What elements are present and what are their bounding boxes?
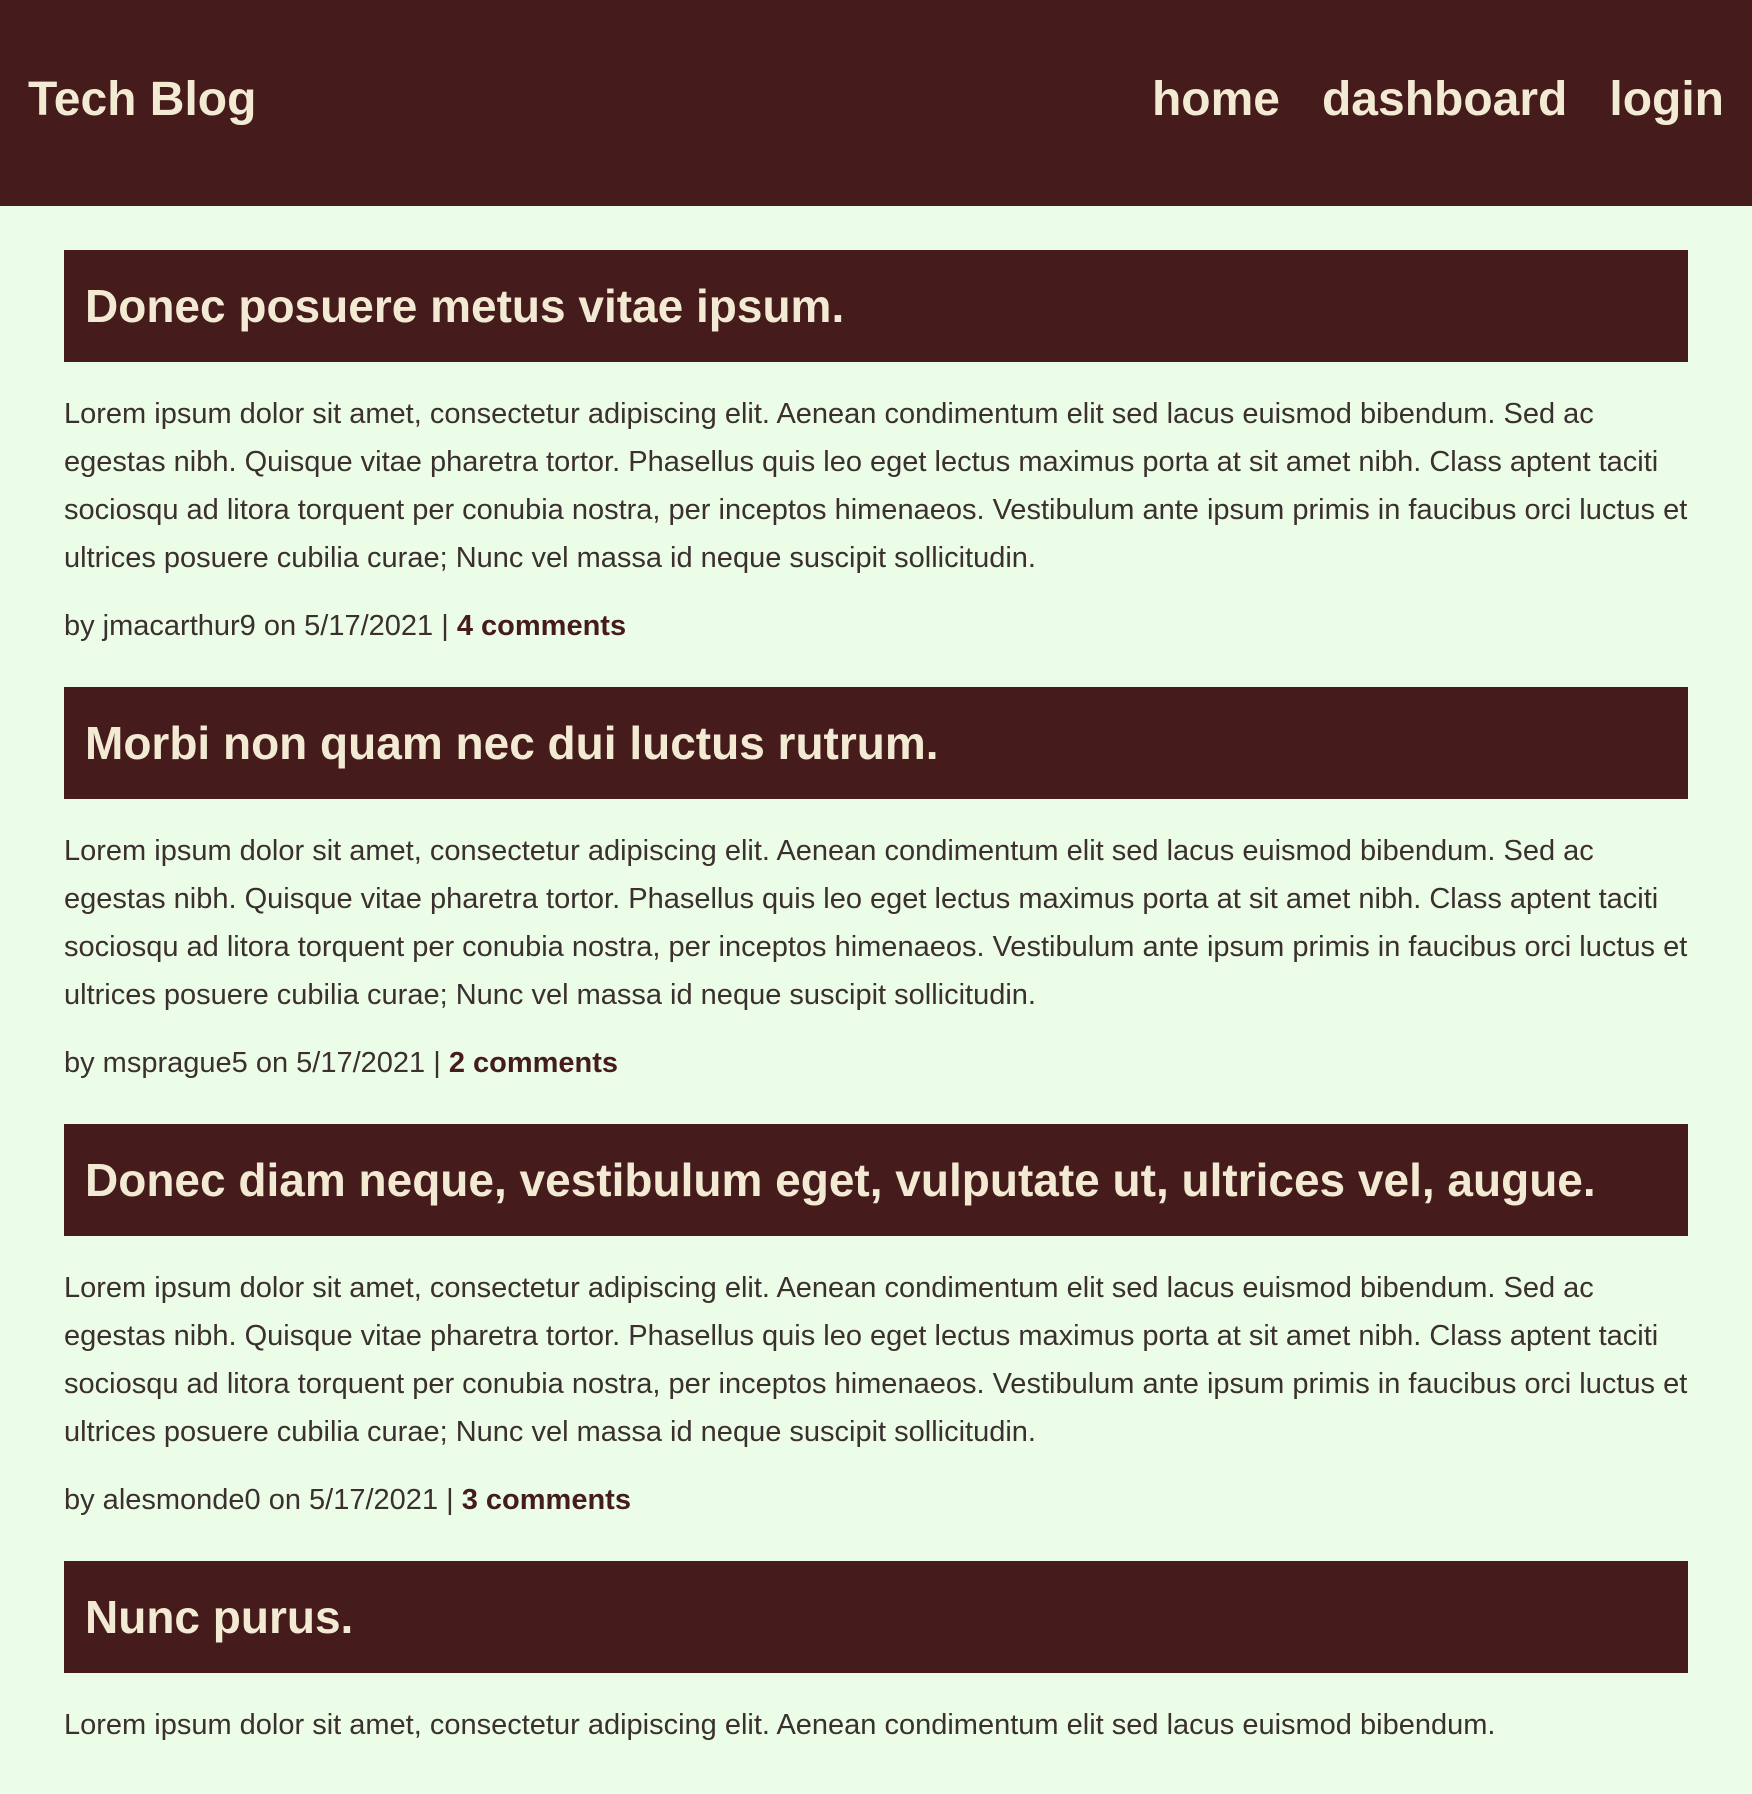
post-body: Lorem ipsum dolor sit amet, consectetur … xyxy=(64,398,1688,574)
site-title-link[interactable]: Tech Blog xyxy=(28,72,256,127)
site-header: Tech Blog home dashboard login xyxy=(0,0,1752,206)
post-title[interactable]: Morbi non quam nec dui luctus rutrum. xyxy=(64,687,1688,799)
post-author-date: by msprague5 on 5/17/2021 | xyxy=(64,1047,449,1079)
post-comments-link[interactable]: 3 comments xyxy=(462,1484,631,1516)
main-nav: home dashboard login xyxy=(1152,72,1724,127)
post-comments-link[interactable]: 2 comments xyxy=(449,1047,618,1079)
post-author-date: by alesmonde0 on 5/17/2021 | xyxy=(64,1484,462,1516)
post-body: Lorem ipsum dolor sit amet, consectetur … xyxy=(64,1272,1688,1448)
post-comments-link[interactable]: 4 comments xyxy=(457,610,626,642)
post-card: Nunc purus. Lorem ipsum dolor sit amet, … xyxy=(64,1561,1688,1749)
post-meta: by alesmonde0 on 5/17/2021 | 3 comments xyxy=(64,1476,1688,1524)
post-title[interactable]: Donec diam neque, vestibulum eget, vulpu… xyxy=(64,1124,1688,1236)
post-card: Donec diam neque, vestibulum eget, vulpu… xyxy=(64,1124,1688,1524)
post-list: Donec posuere metus vitae ipsum. Lorem i… xyxy=(0,206,1752,1749)
post-card: Donec posuere metus vitae ipsum. Lorem i… xyxy=(64,250,1688,650)
post-meta: by msprague5 on 5/17/2021 | 2 comments xyxy=(64,1039,1688,1087)
nav-dashboard-link[interactable]: dashboard xyxy=(1322,72,1567,127)
post-body: Lorem ipsum dolor sit amet, consectetur … xyxy=(64,835,1688,1011)
post-meta: by jmacarthur9 on 5/17/2021 | 4 comments xyxy=(64,602,1688,650)
nav-home-link[interactable]: home xyxy=(1152,72,1280,127)
post-title[interactable]: Nunc purus. xyxy=(64,1561,1688,1673)
post-title[interactable]: Donec posuere metus vitae ipsum. xyxy=(64,250,1688,362)
post-body: Lorem ipsum dolor sit amet, consectetur … xyxy=(64,1709,1496,1741)
nav-login-link[interactable]: login xyxy=(1609,72,1724,127)
post-card: Morbi non quam nec dui luctus rutrum. Lo… xyxy=(64,687,1688,1087)
post-author-date: by jmacarthur9 on 5/17/2021 | xyxy=(64,610,457,642)
